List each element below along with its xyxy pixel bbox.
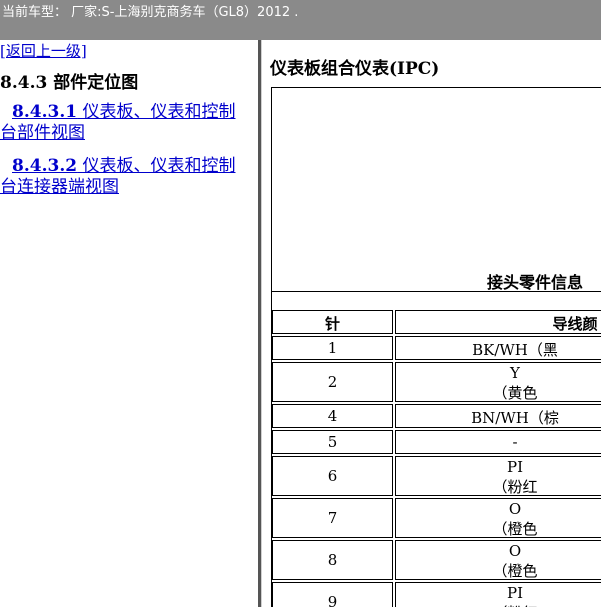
section-heading: 8.4.3 部件定位图 [0,68,138,93]
pin-number: 2 [327,373,338,391]
nav-link-component-view[interactable]: 8.4.3.1 仪表板、仪表和控制 台部件视图 [0,102,248,144]
pin-number: 7 [327,509,338,527]
wire-color-text: O [508,500,522,518]
pin-number: 1 [327,339,338,357]
page-title: 仪表板组合仪表(IPC) [270,59,440,79]
back-link[interactable]: [返回上一级] [0,40,87,61]
wire-color-text: BK/WH（黑 [472,341,558,359]
wire-color-text: PI [506,458,524,476]
nav-link-label-line1: 仪表板、仪表和控制 [82,102,236,122]
pin-number: 9 [327,593,338,607]
wire-color-text: O [508,542,522,560]
wire-color-text: （橙色 [492,562,538,580]
wire-color-text: （粉红 [492,478,538,496]
wire-color-text: PI [506,584,524,602]
pin-number: 8 [327,551,338,569]
wire-color-text: （黄色 [492,384,538,402]
sidebar: [返回上一级] 8.4.3 部件定位图 8.4.3.1 仪表板、仪表和控制 台部… [0,40,258,607]
wire-color-text: （橙色 [492,520,538,538]
nav-link-connector-view[interactable]: 8.4.3.2 仪表板、仪表和控制 台连接器端视图 [0,156,248,198]
nav-link-number: 8.4.3.1 [12,102,78,122]
pin-number: 4 [327,407,338,425]
section-title: 部件定位图 [53,73,139,93]
pin-number: 6 [327,467,338,485]
wire-color-text: - [512,433,518,451]
nav-link-label-line2: 台部件视图 [0,123,85,143]
wire-color-text: Y [510,364,520,382]
section-number: 8.4.3 [0,73,48,93]
connector-info-header: 接头零件信息 [487,273,584,292]
column-header-wire-color: 导线颜 [552,315,598,333]
table-row-color-cell [395,430,601,454]
nav-link-number: 8.4.3.2 [12,156,78,176]
pin-number: 5 [327,433,338,451]
nav-link-label-line2: 台连接器端视图 [0,177,119,197]
column-header-pin: 针 [324,315,340,333]
wire-color-text: （粉红 [492,602,537,607]
wire-color-text: BN/WH（棕 [471,409,559,427]
current-model-bar: 当前车型： 厂家:S-上海别克商务车（GL8）2012 . [0,0,601,40]
main-content: 仪表板组合仪表(IPC) 接头零件信息 针 导线颜 1 BK/WH（黑 2 Y （黄色 4 BN… [262,40,601,607]
current-model-text: 当前车型： 厂家:S-上海别克商务车（GL8）2012 . [2,5,299,20]
nav-link-label-line1: 仪表板、仪表和控制 [82,156,236,176]
